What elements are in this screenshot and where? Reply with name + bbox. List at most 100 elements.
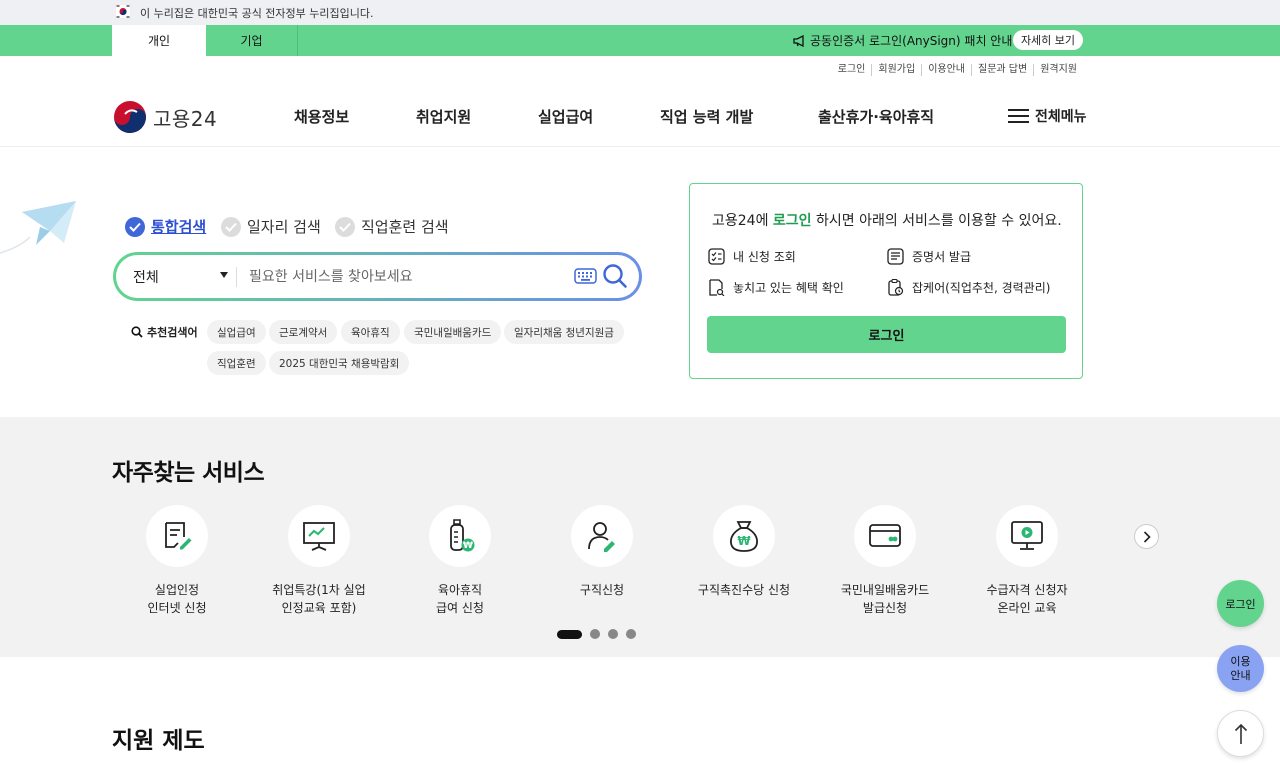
card-item-benefits[interactable]: 놓치고 있는 혜택 확인 — [708, 279, 844, 296]
recommend-chip[interactable]: 실업급여 — [207, 320, 266, 344]
megaphone-icon — [793, 34, 804, 47]
nav-unemployment-benefit[interactable]: 실업급여 — [538, 106, 593, 127]
monitor-play-icon — [1011, 521, 1043, 550]
pagination-dot[interactable] — [608, 629, 618, 639]
nav-vocational-training[interactable]: 직업 능력 개발 — [660, 106, 753, 127]
nav-employment-support[interactable]: 취업지원 — [416, 106, 471, 127]
search-icon — [131, 326, 143, 338]
service-item[interactable]: 국민내일배움카드 발급신청 — [815, 505, 955, 617]
service-item[interactable]: 취업특강(1차 실업인정교육 포함) — [249, 505, 389, 617]
check-icon — [335, 216, 355, 237]
utility-links: 로그인 회원가입 이용안내 질문과 답변 원격지원 — [832, 64, 1083, 76]
gov-banner: 이 누리집은 대한민국 공식 전자정부 누리집입니다. — [0, 0, 1280, 25]
person-pen-icon — [588, 522, 615, 552]
login-card: 고용24에 로그인 하시면 아래의 서비스를 이용할 수 있어요. 내 신청 조… — [689, 183, 1083, 379]
floating-login-button[interactable]: 로그인 — [1217, 580, 1264, 627]
search-type-training[interactable]: 직업훈련 검색 — [335, 216, 449, 237]
card-item-label: 놓치고 있는 혜택 확인 — [733, 281, 844, 295]
hamburger-icon — [1008, 109, 1029, 123]
search-type-jobs-label: 일자리 검색 — [247, 218, 321, 236]
svg-text:₩: ₩ — [463, 541, 473, 551]
page: 이 누리집은 대한민국 공식 전자정부 누리집입니다. 개인 기업 공동인증서 … — [0, 0, 1280, 763]
util-guide[interactable]: 이용안내 — [921, 64, 971, 76]
guide-line1: 이용 — [1230, 654, 1251, 668]
service-label-line1: 실업인정 — [154, 583, 200, 597]
recommend-chip[interactable]: 육아휴직 — [341, 320, 400, 344]
util-login[interactable]: 로그인 — [832, 64, 872, 76]
service-label-line2: 인정교육 포함) — [281, 601, 357, 615]
search-box: 전체 — [113, 252, 642, 301]
card-item-certificate[interactable]: 증명서 발급 — [887, 248, 971, 265]
card-login-button[interactable]: 로그인 — [707, 316, 1066, 353]
money-bag-won-icon: ₩ — [730, 521, 758, 552]
service-label-line2: 인터넷 신청 — [147, 601, 207, 615]
service-label-line2: 발급신청 — [862, 601, 908, 615]
search-category-select[interactable]: 전체 — [133, 267, 159, 287]
util-remote[interactable]: 원격지원 — [1033, 64, 1083, 76]
search-type-integrated[interactable]: 통합검색 — [125, 216, 206, 237]
nav-jobs[interactable]: 채용정보 — [294, 106, 349, 127]
card-item-label: 내 신청 조회 — [733, 250, 796, 264]
recommend-chip[interactable]: 일자리채움 청년지원금 — [504, 320, 624, 344]
notice-link[interactable]: 공동인증서 로그인(AnySign) 패치 안내 — [793, 32, 1012, 49]
tab-personal[interactable]: 개인 — [112, 25, 206, 56]
scroll-top-button[interactable] — [1217, 710, 1264, 757]
site-logo[interactable]: 고용24 — [113, 100, 217, 134]
service-item[interactable]: 실업인정인터넷 신청 — [107, 505, 247, 617]
taegeuk-logo-icon — [114, 101, 146, 133]
presentation-board-icon — [303, 522, 335, 551]
guide-line2: 안내 — [1230, 668, 1251, 682]
service-label-line1: 육아휴직 — [437, 583, 483, 597]
recommend-label-text: 추천검색어 — [147, 326, 198, 339]
service-label-line1: 구직촉진수당 신청 — [697, 583, 791, 597]
gov-banner-text: 이 누리집은 대한민국 공식 전자정부 누리집입니다. — [140, 7, 374, 20]
header-divider — [0, 146, 1280, 147]
service-item[interactable]: 구직신청 — [532, 505, 672, 599]
service-item[interactable]: 수급자격 신청자 온라인 교육 — [957, 505, 1097, 617]
service-label-line1: 취업특강(1차 실업 — [272, 583, 366, 597]
recommend-label: 추천검색어 — [131, 324, 198, 340]
checklist-icon — [708, 248, 725, 265]
notice-detail-button[interactable]: 자세히 보기 — [1013, 30, 1083, 50]
search-divider — [236, 267, 237, 287]
recommend-chip[interactable]: 국민내일배움카드 — [404, 320, 502, 344]
service-item[interactable]: ₩ 육아휴직 급여 신청 — [390, 505, 530, 617]
keyboard-icon[interactable] — [574, 268, 597, 284]
pagination-dot[interactable] — [626, 629, 636, 639]
search-type-integrated-label: 통합검색 — [151, 218, 207, 236]
clipboard-clock-icon — [888, 279, 904, 296]
search-type-training-label: 직업훈련 검색 — [361, 218, 449, 236]
paper-plane-icon — [0, 201, 76, 254]
carousel-pagination — [557, 629, 636, 639]
dropdown-arrow-icon[interactable] — [220, 272, 228, 278]
recommend-chip[interactable]: 2025 대한민국 채용박람회 — [269, 351, 410, 375]
pagination-dot[interactable] — [557, 629, 582, 639]
card-item-jobcare[interactable]: 잡케어(직업추천, 경력관리) — [887, 279, 1050, 296]
svg-text:₩: ₩ — [737, 534, 751, 548]
recommend-chip[interactable]: 근로계약서 — [269, 320, 338, 344]
tab-company[interactable]: 기업 — [206, 25, 298, 56]
nav-parental-leave[interactable]: 출산휴가·육아휴직 — [818, 106, 934, 127]
service-item[interactable]: ₩ 구직촉진수당 신청 — [674, 505, 814, 599]
recommend-chip[interactable]: 직업훈련 — [207, 351, 266, 375]
certificate-icon — [887, 248, 904, 265]
service-label-line1: 구직신청 — [579, 583, 625, 597]
support-section-title: 지원 제도 — [112, 728, 205, 754]
carousel-next-button[interactable] — [1134, 524, 1159, 549]
card-icon — [869, 524, 901, 547]
pagination-dot[interactable] — [590, 629, 600, 639]
search-type-jobs[interactable]: 일자리 검색 — [221, 216, 321, 237]
arrow-up-icon — [1234, 723, 1247, 744]
document-pen-icon — [165, 522, 192, 550]
floating-guide-button[interactable]: 이용 안내 — [1217, 645, 1264, 692]
all-menu-button[interactable]: 전체메뉴 — [1008, 106, 1087, 126]
util-qna[interactable]: 질문과 답변 — [971, 64, 1033, 76]
frequent-services-title: 자주찾는 서비스 — [112, 460, 265, 486]
card-item-my-applications[interactable]: 내 신청 조회 — [708, 248, 796, 265]
search-icon[interactable] — [602, 263, 628, 289]
korea-flag-icon — [115, 4, 131, 19]
search-input[interactable] — [249, 265, 549, 289]
login-card-title: 고용24에 로그인 하시면 아래의 서비스를 이용할 수 있어요. — [712, 213, 1062, 229]
util-signup[interactable]: 회원가입 — [871, 64, 921, 76]
check-icon — [221, 216, 241, 237]
